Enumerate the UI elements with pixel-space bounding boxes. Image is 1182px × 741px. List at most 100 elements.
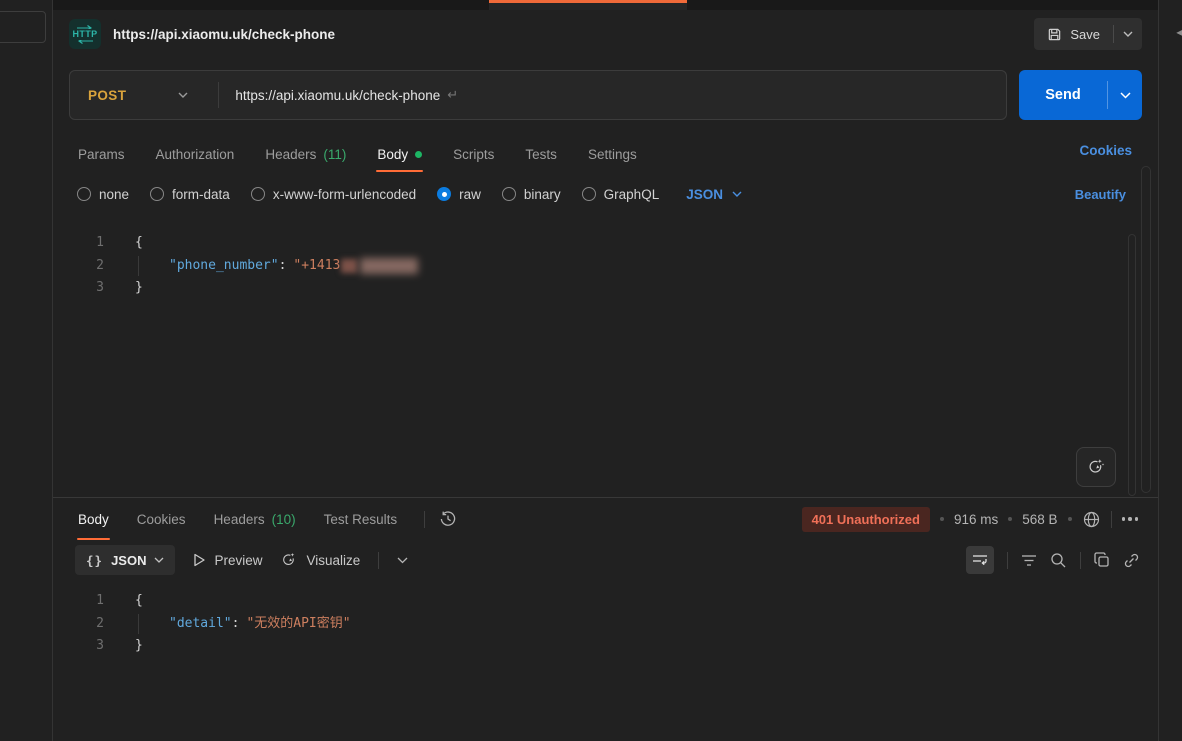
radio-binary-circle[interactable] — [502, 187, 516, 201]
response-header: Body Cookies Headers (10) Test Results 4… — [53, 498, 1158, 540]
radio-none-circle[interactable] — [77, 187, 91, 201]
radio-none-label: none — [99, 187, 129, 202]
right-sidebar-rail: ◄ — [1158, 0, 1182, 741]
response-tools-right — [966, 546, 1140, 574]
radio-raw-circle[interactable] — [437, 187, 451, 201]
radio-graphql-circle[interactable] — [582, 187, 596, 201]
response-body-editor[interactable]: 1 { 2 "detail" : "无效的API密钥" 3 } — [53, 584, 1158, 729]
response-format-selector[interactable]: {} JSON — [75, 545, 175, 575]
line-number: 1 — [53, 232, 104, 255]
response-history-icon[interactable] — [439, 510, 457, 528]
save-icon — [1047, 27, 1062, 42]
tab-tests-label: Tests — [525, 147, 557, 162]
panel-scrollbar[interactable] — [1141, 166, 1151, 493]
link-icon[interactable] — [1123, 552, 1140, 569]
word-wrap-button[interactable] — [966, 546, 994, 574]
network-globe-icon[interactable] — [1082, 510, 1101, 529]
search-icon[interactable] — [1050, 552, 1067, 569]
response-headers-count: (10) — [272, 512, 296, 527]
tab-body-label: Body — [377, 147, 408, 162]
response-tab-test-results[interactable]: Test Results — [323, 498, 399, 540]
radio-urlencoded-circle[interactable] — [251, 187, 265, 201]
response-time[interactable]: 916 ms — [954, 512, 998, 527]
json-colon: : — [232, 613, 240, 636]
method-caret-icon[interactable] — [178, 92, 188, 98]
radio-none[interactable]: none — [77, 187, 129, 202]
radio-form-data[interactable]: form-data — [150, 187, 230, 202]
tab-body[interactable]: Body — [376, 136, 423, 172]
braces-icon: {} — [86, 553, 103, 568]
tab-headers[interactable]: Headers (11) — [264, 136, 347, 172]
close-brace: } — [135, 277, 143, 300]
radio-graphql[interactable]: GraphQL — [582, 187, 660, 202]
code-line: 1 { — [53, 232, 1158, 255]
request-body-editor[interactable]: 1 { 2 "phone_number" : "+1413 3 } — [53, 224, 1158, 497]
divider — [1007, 552, 1008, 569]
url-input-value[interactable]: https://api.xiaomu.uk/check-phone — [235, 88, 440, 103]
visualize-button[interactable]: Visualize — [280, 551, 360, 569]
http-protocol-icon: HTTP — [69, 19, 101, 49]
response-tab-body[interactable]: Body — [77, 498, 110, 540]
radio-binary[interactable]: binary — [502, 187, 561, 202]
status-badge[interactable]: 401 Unauthorized — [802, 507, 930, 532]
request-header: HTTP https://api.xiaomu.uk/check-phone S… — [53, 10, 1158, 58]
play-icon — [193, 553, 206, 567]
preview-button-label: Preview — [214, 553, 262, 568]
tab-params[interactable]: Params — [77, 136, 126, 172]
active-request-tab-indicator[interactable] — [489, 0, 687, 10]
copy-icon[interactable] — [1094, 552, 1110, 568]
radio-raw[interactable]: raw — [437, 187, 481, 202]
send-button[interactable]: Send — [1019, 70, 1142, 120]
divider — [1111, 511, 1112, 528]
save-options-caret[interactable] — [1114, 18, 1142, 50]
tab-settings[interactable]: Settings — [587, 136, 638, 172]
language-selector-label: JSON — [686, 187, 723, 202]
open-brace: { — [135, 232, 143, 255]
toolbar-caret-icon[interactable] — [397, 557, 408, 564]
enter-hint-glyph: ↵ — [447, 87, 458, 103]
editor-scrollbar[interactable] — [1128, 234, 1136, 496]
url-input-container[interactable]: POST https://api.xiaomu.uk/check-phone ↵ — [69, 70, 1007, 120]
more-options-icon[interactable] — [1122, 517, 1139, 521]
response-tab-headers-label: Headers — [214, 512, 265, 527]
send-options-caret[interactable] — [1108, 92, 1142, 99]
radio-x-www-form-urlencoded[interactable]: x-www-form-urlencoded — [251, 187, 416, 202]
body-modified-dot — [415, 151, 422, 158]
radio-form-data-circle[interactable] — [150, 187, 164, 201]
visualize-sparkle-icon — [280, 551, 298, 569]
save-button-main[interactable]: Save — [1034, 18, 1113, 50]
json-value: "无效的API密钥" — [246, 613, 350, 636]
code-line: 2 "detail" : "无效的API密钥" — [53, 613, 1158, 636]
save-button[interactable]: Save — [1034, 18, 1142, 50]
tab-tests[interactable]: Tests — [524, 136, 558, 172]
tab-scripts[interactable]: Scripts — [452, 136, 495, 172]
response-tab-headers[interactable]: Headers (10) — [213, 498, 297, 540]
open-brace: { — [135, 590, 143, 613]
method-selector-label[interactable]: POST — [70, 88, 126, 103]
postbot-button[interactable] — [1076, 447, 1116, 487]
indent-guide — [138, 256, 139, 276]
filter-icon[interactable] — [1021, 554, 1037, 567]
response-format-label: JSON — [111, 553, 146, 568]
code-line: 2 "phone_number" : "+1413 — [53, 255, 1158, 278]
preview-button[interactable]: Preview — [193, 553, 262, 568]
language-selector[interactable]: JSON — [686, 187, 742, 202]
response-tab-test-results-label: Test Results — [324, 512, 398, 527]
cookies-link[interactable]: Cookies — [1079, 143, 1132, 158]
line-number: 3 — [53, 635, 104, 658]
tab-scripts-label: Scripts — [453, 147, 494, 162]
divider — [378, 552, 379, 569]
separator-dot — [1008, 517, 1012, 521]
response-size[interactable]: 568 B — [1022, 512, 1057, 527]
json-colon: : — [279, 255, 287, 278]
response-tab-cookies[interactable]: Cookies — [136, 498, 187, 540]
beautify-link[interactable]: Beautify — [1075, 187, 1126, 202]
json-key: "detail" — [169, 613, 232, 636]
left-sidebar-rail — [0, 0, 53, 741]
line-number: 2 — [53, 613, 104, 636]
radio-form-data-label: form-data — [172, 187, 230, 202]
tab-authorization[interactable]: Authorization — [155, 136, 236, 172]
radio-raw-label: raw — [459, 187, 481, 202]
collapse-icon[interactable]: ◄ — [1174, 27, 1182, 39]
response-meta: 401 Unauthorized 916 ms 568 B — [802, 498, 1138, 540]
